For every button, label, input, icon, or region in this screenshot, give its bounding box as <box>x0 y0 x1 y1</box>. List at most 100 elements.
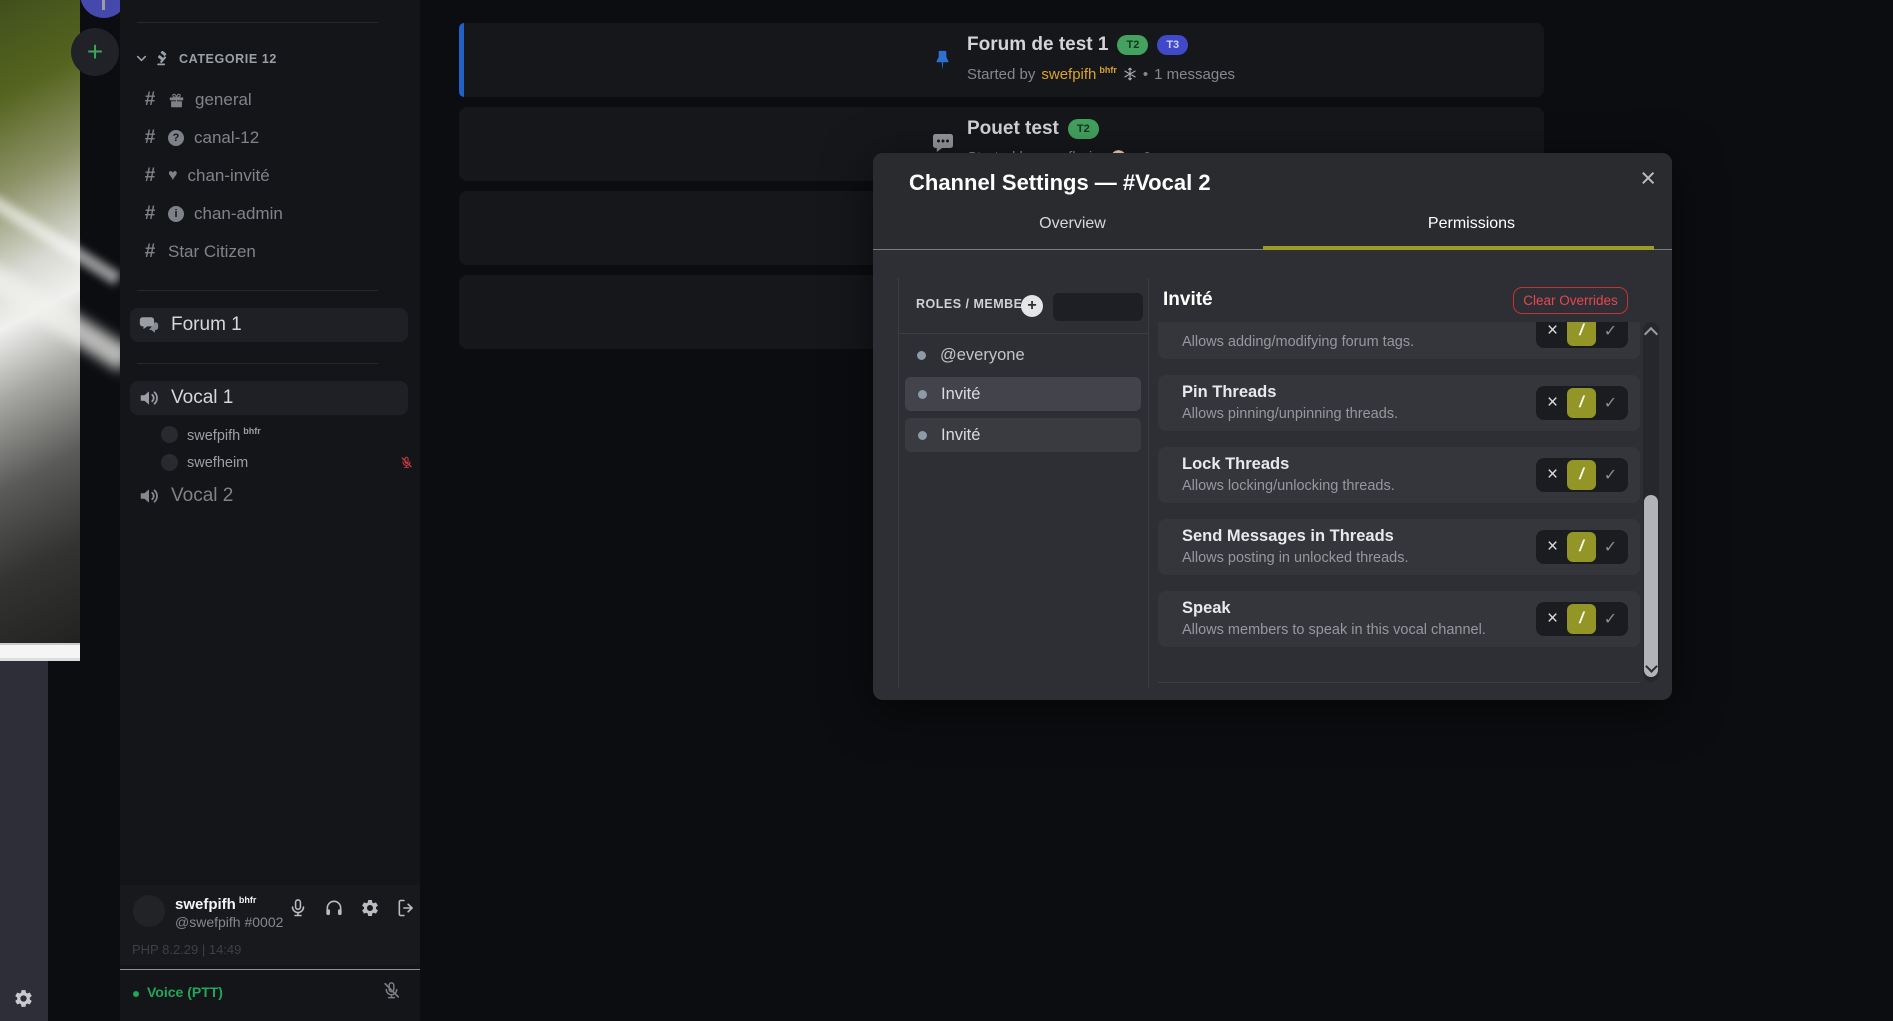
permission-name: Lock Threads <box>1182 455 1289 474</box>
voice-status-dot <box>133 991 139 997</box>
voice-status-bar: Voice (PTT) <box>120 975 420 1021</box>
neutral-button[interactable]: / <box>1567 460 1596 490</box>
category-label: CATEGORIE 12 <box>179 52 277 66</box>
sidebar-item-canal-12[interactable]: # ? canal-12 <box>142 127 259 149</box>
left-app-rail <box>0 661 48 1021</box>
neutral-button[interactable]: / <box>1567 322 1596 346</box>
gear-icon[interactable] <box>13 988 34 1009</box>
post-title: Pouet test <box>967 118 1059 140</box>
avatar[interactable] <box>133 895 165 927</box>
voice-member-swefheim[interactable]: swefheim <box>161 454 411 471</box>
role-item-everyone[interactable]: @everyone <box>917 346 1025 365</box>
allow-button[interactable]: ✓ <box>1596 322 1625 346</box>
hash-icon: # <box>142 203 158 225</box>
active-tab-underline <box>1263 246 1654 250</box>
permissions-scrollbar[interactable] <box>1643 322 1659 682</box>
permission-desc: Allows pinning/unpinning threads. <box>1182 406 1398 422</box>
deny-button[interactable]: × <box>1538 388 1567 418</box>
vocal-channel-name: Vocal 2 <box>171 485 233 507</box>
deny-button[interactable]: × <box>1538 322 1567 346</box>
clear-overrides-button[interactable]: Clear Overrides <box>1513 287 1628 314</box>
deny-button[interactable]: × <box>1538 532 1567 562</box>
sidebar-item-forum-1[interactable]: Forum 1 <box>130 308 408 342</box>
voice-member-swefpifh[interactable]: swefpifhbhfr <box>161 426 261 444</box>
neutral-button[interactable]: / <box>1567 388 1596 418</box>
hash-icon: # <box>142 89 158 111</box>
pinned-indicator <box>459 23 464 97</box>
heart-icon: ♥ <box>168 168 178 184</box>
permission-name: Send Messages in Threads <box>1182 527 1394 546</box>
modal-title: Channel Settings — #Vocal 2 <box>909 170 1211 196</box>
permission-desc: Allows adding/modifying forum tags. <box>1182 334 1414 350</box>
role-item-invite[interactable]: Invité <box>905 418 1141 452</box>
user-handle: @swefpifh #0002 <box>175 914 283 930</box>
deny-button[interactable]: × <box>1538 604 1567 634</box>
permission-name: Pin Threads <box>1182 383 1276 402</box>
forum-channel-name: Forum 1 <box>171 314 242 336</box>
vocal-channel-name: Vocal 1 <box>171 387 233 409</box>
role-name: @everyone <box>940 346 1025 365</box>
allow-button[interactable]: ✓ <box>1596 460 1625 490</box>
sidebar-item-general[interactable]: # general <box>142 89 252 111</box>
post-title: Forum de test 1 <box>967 34 1108 56</box>
gift-icon <box>168 92 185 109</box>
sidebar-item-vocal-1[interactable]: Vocal 1 <box>130 381 408 415</box>
member-name: swefheim <box>187 455 248 471</box>
scroll-up-icon[interactable] <box>1644 327 1658 341</box>
info-icon: i <box>168 206 184 222</box>
add-server-button[interactable]: + <box>71 28 119 76</box>
forum-post-card[interactable]: Forum de test 1 T2 T3 Started by swefpif… <box>459 23 1544 97</box>
tag-badge: T3 <box>1157 35 1188 55</box>
logout-icon[interactable] <box>396 898 416 918</box>
mic-icon[interactable] <box>288 898 308 918</box>
scroll-down-icon[interactable] <box>1645 660 1658 673</box>
neutral-button[interactable]: / <box>1567 532 1596 562</box>
sidebar-divider <box>137 22 378 23</box>
channel-sidebar: CATEGORIE 12 # general # ? canal-12 # ♥ … <box>120 0 420 1021</box>
permission-row-send-messages: Send Messages in Threads Allows posting … <box>1158 519 1640 575</box>
chat-bubble-icon <box>931 131 955 155</box>
question-icon: ? <box>168 130 184 146</box>
hash-icon: # <box>142 241 158 263</box>
headphones-icon[interactable] <box>324 898 344 918</box>
roles-header-divider <box>898 333 1148 334</box>
neutral-button[interactable]: / <box>1567 604 1596 634</box>
sidebar-item-vocal-2[interactable]: Vocal 2 <box>138 485 233 507</box>
close-icon[interactable]: × <box>1640 165 1656 192</box>
chat-bubbles-icon <box>138 314 160 336</box>
add-role-button[interactable]: + <box>1021 295 1043 317</box>
allow-button[interactable]: ✓ <box>1596 604 1625 634</box>
permission-row-pin-threads: Pin Threads Allows pinning/unpinning thr… <box>1158 375 1640 431</box>
snowflake-icon <box>1123 67 1137 81</box>
gear-icon[interactable] <box>360 898 380 918</box>
sidebar-item-star-citizen[interactable]: # Star Citizen <box>142 241 256 263</box>
tag-badge: T2 <box>1068 119 1099 139</box>
tab-permissions[interactable]: Permissions <box>1272 215 1671 233</box>
role-dot <box>918 431 927 440</box>
sidebar-divider <box>137 363 378 364</box>
scrollbar-thumb[interactable] <box>1644 495 1658 677</box>
channel-name: Star Citizen <box>168 242 256 262</box>
allow-button[interactable]: ✓ <box>1596 532 1625 562</box>
divider <box>120 969 420 970</box>
mic-slash-icon[interactable] <box>382 981 401 1000</box>
tab-overview[interactable]: Overview <box>873 215 1272 233</box>
role-search-input[interactable] <box>1053 293 1143 321</box>
role-item-invite-selected[interactable]: Invité <box>905 377 1141 411</box>
starter-name: swefpifhbhfr <box>1041 65 1117 83</box>
modal-header <box>873 153 1672 250</box>
deny-button[interactable]: × <box>1538 460 1567 490</box>
roles-panel-border <box>898 278 899 688</box>
permission-row-clipped: Allows adding/modifying forum tags. × / … <box>1158 322 1640 359</box>
permission-toggle: × / ✓ <box>1536 530 1628 564</box>
hash-icon: # <box>142 165 158 187</box>
allow-button[interactable]: ✓ <box>1596 388 1625 418</box>
sidebar-item-chan-invite[interactable]: # ♥ chan-invité <box>142 165 270 187</box>
hash-icon: # <box>142 127 158 149</box>
avatar <box>161 426 178 443</box>
permission-row-speak: Speak Allows members to speak in this vo… <box>1158 591 1640 647</box>
voice-status-label: Voice (PTT) <box>147 984 223 1000</box>
category-header[interactable]: CATEGORIE 12 <box>135 51 277 66</box>
sidebar-item-chan-admin[interactable]: # i chan-admin <box>142 203 283 225</box>
role-name: Invité <box>941 426 980 445</box>
